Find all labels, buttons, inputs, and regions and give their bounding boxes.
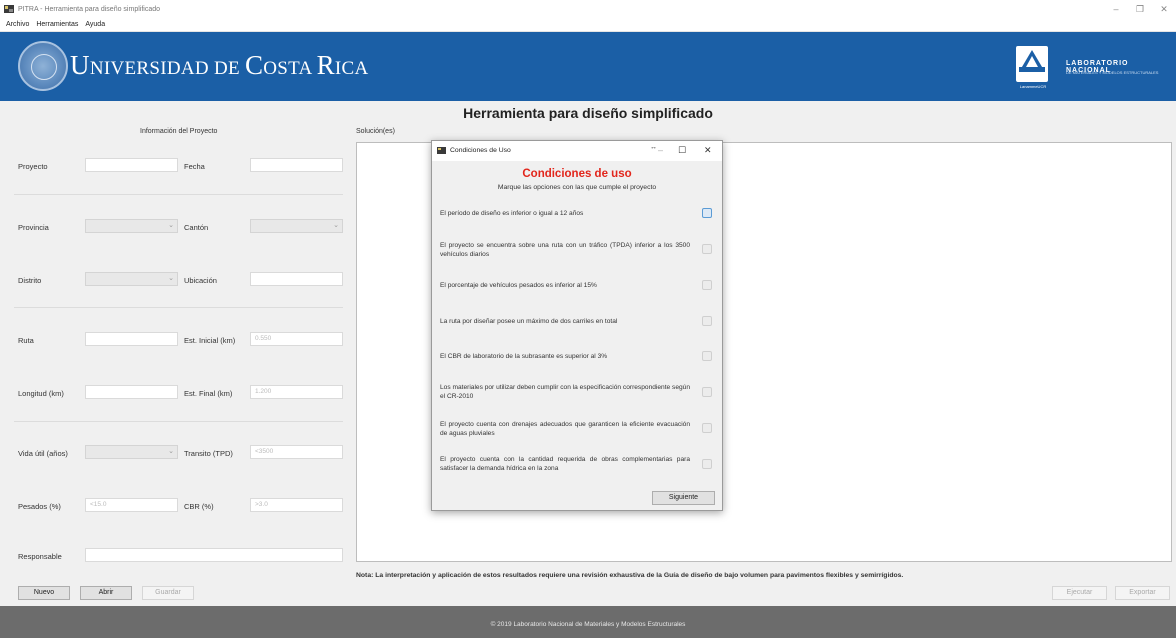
condition-checkbox[interactable] <box>702 459 712 469</box>
label-est-inicial: Est. Inicial (km) <box>184 336 236 345</box>
close-icon[interactable]: ✕ <box>1152 0 1176 18</box>
lab-logo-text: LanammeUCR <box>1019 84 1047 89</box>
condition-text: El proyecto cuenta con drenajes adecuado… <box>440 421 690 437</box>
ruta-input[interactable] <box>85 332 178 346</box>
conditions-dialog: Condiciones de Uso ↔ – ☐ ✕ Condiciones d… <box>431 140 723 511</box>
condition-checkbox[interactable] <box>702 208 712 218</box>
condition-text: El período de diseño es inferior o igual… <box>440 210 584 217</box>
label-canton: Cantón <box>184 223 209 232</box>
dialog-subtitle: Marque las opciones con las que cumple e… <box>497 184 657 191</box>
condition-text: El proyecto cuenta con la cantidad reque… <box>440 456 690 472</box>
est-inicial-input[interactable]: 0.550 <box>250 332 343 346</box>
canton-select[interactable]: ⌄ <box>250 219 343 233</box>
window-title: PITRA - Herramienta para diseño simplifi… <box>18 5 161 13</box>
restore-icon[interactable]: ❐ <box>1128 0 1152 18</box>
solutions-label: Solución(es) <box>356 128 395 135</box>
divider <box>14 421 343 422</box>
label-provincia: Provincia <box>18 223 49 232</box>
label-ubicacion: Ubicación <box>184 276 217 285</box>
label-pesados: Pesados (%) <box>18 502 61 511</box>
distrito-select[interactable]: ⌄ <box>85 272 178 286</box>
project-info-title: Información del Proyecto <box>140 128 218 135</box>
ejecutar-button[interactable]: Ejecutar <box>1052 586 1107 600</box>
responsable-input[interactable] <box>85 548 343 562</box>
abrir-button[interactable]: Abrir <box>80 586 132 600</box>
chevron-down-icon: ⌄ <box>168 222 174 229</box>
condition-text: Los materiales por utilizar deben cumpli… <box>440 384 690 400</box>
footer: © 2019 Laboratorio Nacional de Materiale… <box>0 606 1176 638</box>
label-proyecto: Proyecto <box>18 162 48 171</box>
menu-ayuda[interactable]: Ayuda <box>85 21 105 28</box>
window-controls: – ❐ ✕ <box>1104 0 1176 18</box>
provincia-select[interactable]: ⌄ <box>85 219 178 233</box>
pesados-input[interactable]: <15.0 <box>85 498 178 512</box>
label-vida-util: Vida útil (años) <box>18 449 68 458</box>
condition-checkbox[interactable] <box>702 423 712 433</box>
label-cbr: CBR (%) <box>184 502 214 511</box>
label-distrito: Distrito <box>18 276 42 285</box>
label-transito: Transito (TPD) <box>184 449 233 458</box>
chevron-down-icon: ⌄ <box>168 275 174 282</box>
app-icon <box>437 147 446 154</box>
dialog-title: Condiciones de Uso <box>450 147 511 154</box>
maximize-icon[interactable]: ☐ <box>678 145 686 156</box>
transito-input[interactable]: <3500 <box>250 445 343 459</box>
divider <box>14 307 343 308</box>
chevron-down-icon: ⌄ <box>333 222 339 229</box>
next-button[interactable]: Siguiente <box>652 491 715 505</box>
guardar-button[interactable]: Guardar <box>142 586 194 600</box>
divider <box>14 194 343 195</box>
cbr-input[interactable]: >3.0 <box>250 498 343 512</box>
note-text: Nota: La interpretación y aplicación de … <box>356 572 904 579</box>
proyecto-input[interactable] <box>85 158 178 172</box>
minimize-icon[interactable]: – <box>658 145 663 155</box>
university-seal-logo <box>18 41 68 91</box>
condition-checkbox[interactable] <box>702 244 712 254</box>
close-icon[interactable]: ✕ <box>704 145 712 156</box>
condition-checkbox[interactable] <box>702 387 712 397</box>
lab-logo <box>1016 46 1048 82</box>
condition-text: El CBR de laboratorio de la subrasante e… <box>440 353 608 360</box>
condition-text: La ruta por diseñar posee un máximo de d… <box>440 318 618 325</box>
minimize-icon[interactable]: – <box>1104 0 1128 18</box>
condition-checkbox[interactable] <box>702 280 712 290</box>
label-longitud: Longitud (km) <box>18 389 64 398</box>
dialog-titlebar: Condiciones de Uso ↔ – ☐ ✕ <box>432 141 722 161</box>
condition-checkbox[interactable] <box>702 351 712 361</box>
menu-archivo[interactable]: Archivo <box>6 21 29 28</box>
label-est-final: Est. Final (km) <box>184 389 233 398</box>
vida-util-select[interactable]: ⌄ <box>85 445 178 459</box>
longitud-input[interactable] <box>85 385 178 399</box>
condition-text: El porcentaje de vehículos pesados es in… <box>440 282 597 289</box>
header-banner: UNIVERSIDAD DE COSTA RICA LanammeUCR LAB… <box>0 32 1176 101</box>
lab-subtitle: DE MATERIALES Y MODELOS ESTRUCTURALES <box>1066 70 1159 75</box>
window-titlebar: PITRA - Herramienta para diseño simplifi… <box>0 0 1176 18</box>
exportar-button[interactable]: Exportar <box>1115 586 1170 600</box>
label-ruta: Ruta <box>18 336 34 345</box>
fecha-input[interactable] <box>250 158 343 172</box>
menu-bar: Archivo Herramientas Ayuda <box>0 18 1176 32</box>
page-title: Herramienta para diseño simplificado <box>463 105 713 121</box>
est-final-input[interactable]: 1.200 <box>250 385 343 399</box>
app-icon <box>4 5 14 13</box>
nuevo-button[interactable]: Nuevo <box>18 586 70 600</box>
label-fecha: Fecha <box>184 162 205 171</box>
label-responsable: Responsable <box>18 552 62 561</box>
university-name: UNIVERSIDAD DE COSTA RICA <box>70 50 369 80</box>
resize-icon: ↔ <box>650 144 657 151</box>
ubicacion-input[interactable] <box>250 272 343 286</box>
chevron-down-icon: ⌄ <box>168 448 174 455</box>
condition-checkbox[interactable] <box>702 316 712 326</box>
dialog-heading: Condiciones de uso <box>522 168 632 180</box>
condition-text: El proyecto se encuentra sobre una ruta … <box>440 242 690 258</box>
menu-herramientas[interactable]: Herramientas <box>36 21 78 28</box>
